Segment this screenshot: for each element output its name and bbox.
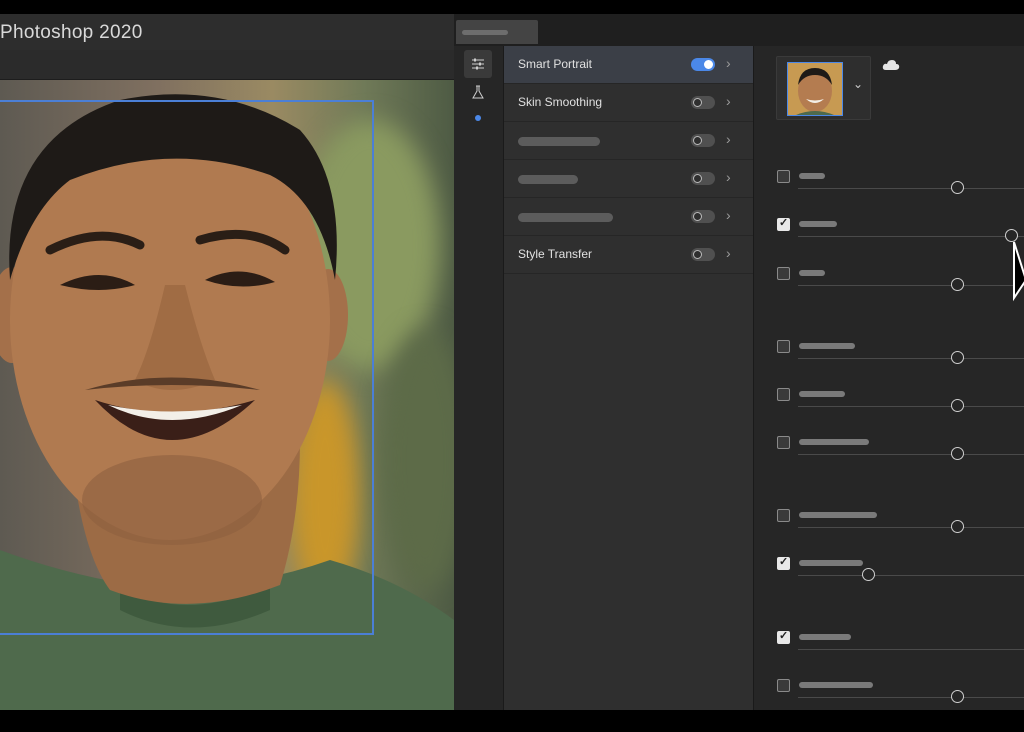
filter-row-placeholder[interactable]: ›: [504, 160, 753, 198]
setting-checkbox[interactable]: [777, 340, 790, 353]
slider-track[interactable]: [798, 575, 1024, 576]
setting-label-placeholder: [799, 682, 873, 688]
slider-handle[interactable]: [950, 447, 964, 460]
setting-row: ✓: [754, 630, 1024, 661]
filter-row-skin-smoothing[interactable]: Skin Smoothing ›: [504, 84, 753, 122]
setting-checkbox[interactable]: [777, 509, 790, 522]
neural-filters-tab[interactable]: [456, 20, 538, 44]
setting-checkbox[interactable]: [777, 267, 790, 280]
setting-row: [754, 679, 1024, 709]
setting-label-placeholder: [799, 634, 851, 640]
slider-handle[interactable]: [950, 278, 964, 291]
setting-label-placeholder: [799, 391, 845, 397]
slider-handle[interactable]: [862, 568, 876, 581]
face-detection-box[interactable]: [0, 100, 374, 635]
chevron-right-icon[interactable]: ›: [726, 207, 731, 223]
slider-handle[interactable]: [950, 351, 964, 364]
filter-toggle[interactable]: [691, 96, 715, 109]
setting-label-placeholder: [799, 173, 825, 179]
filter-row-style-transfer[interactable]: Style Transfer ›: [504, 236, 753, 274]
filter-row-placeholder[interactable]: ›: [504, 122, 753, 160]
setting-row: [754, 388, 1024, 418]
slider-track[interactable]: [798, 454, 1024, 455]
filter-label-placeholder: [518, 175, 578, 184]
filter-toggle[interactable]: [691, 134, 715, 147]
setting-row: [754, 170, 1024, 200]
filter-row-placeholder[interactable]: ›: [504, 198, 753, 236]
face-thumbnail: [787, 62, 843, 116]
slider-handle[interactable]: [950, 399, 964, 412]
dot-indicator-icon: [464, 104, 492, 132]
filter-toggle[interactable]: [691, 210, 715, 223]
slider-handle[interactable]: [950, 181, 964, 194]
setting-checkbox[interactable]: [777, 679, 790, 692]
chevron-down-icon[interactable]: ⌄: [853, 77, 863, 91]
slider-track[interactable]: [798, 697, 1024, 698]
slider-handle[interactable]: [950, 520, 964, 533]
setting-checkbox[interactable]: [777, 436, 790, 449]
filter-toggle[interactable]: [691, 58, 715, 71]
filter-label: Style Transfer: [518, 247, 593, 261]
setting-checkbox[interactable]: ✓: [777, 217, 790, 231]
face-selector[interactable]: ⌄: [776, 56, 871, 120]
filter-toggle[interactable]: [691, 248, 715, 261]
filter-toggle[interactable]: [691, 172, 715, 185]
setting-row: [754, 436, 1024, 466]
slider-track[interactable]: [798, 406, 1024, 407]
setting-row: [754, 340, 1024, 370]
filter-label-placeholder: [518, 137, 600, 146]
slider-track[interactable]: [798, 188, 1024, 189]
slider-track[interactable]: [798, 236, 1024, 237]
setting-row: [754, 267, 1024, 297]
setting-label-placeholder: [799, 439, 869, 445]
slider-handle[interactable]: [950, 690, 964, 703]
slider-track[interactable]: [798, 285, 1024, 286]
setting-checkbox[interactable]: ✓: [777, 630, 790, 644]
app-title: Photoshop 2020: [0, 22, 143, 43]
canvas-toolbar: [0, 50, 454, 80]
slider-track[interactable]: [798, 527, 1024, 528]
setting-row: ✓: [754, 556, 1024, 587]
cloud-icon[interactable]: [882, 58, 900, 76]
setting-label-placeholder: [799, 343, 855, 349]
letterbox-bottom: [0, 710, 1024, 732]
slider-track[interactable]: [798, 649, 1024, 650]
chevron-right-icon[interactable]: ›: [726, 93, 731, 109]
flask-icon[interactable]: [464, 78, 492, 106]
chevron-right-icon[interactable]: ›: [726, 55, 731, 71]
slider-track[interactable]: [798, 358, 1024, 359]
filter-label-placeholder: [518, 213, 613, 222]
mouse-pointer-icon: [1012, 240, 1024, 307]
setting-checkbox[interactable]: ✓: [777, 556, 790, 570]
image-canvas[interactable]: [0, 80, 454, 710]
chevron-right-icon[interactable]: ›: [726, 169, 731, 185]
sliders-icon[interactable]: [464, 50, 492, 78]
setting-label-placeholder: [799, 270, 825, 276]
letterbox-top: [0, 0, 1024, 14]
setting-label-placeholder: [799, 512, 877, 518]
filter-label: Smart Portrait: [518, 57, 593, 71]
chevron-right-icon[interactable]: ›: [726, 131, 731, 147]
chevron-right-icon[interactable]: ›: [726, 245, 731, 261]
setting-checkbox[interactable]: [777, 170, 790, 183]
filter-row-smart-portrait[interactable]: Smart Portrait ›: [504, 46, 753, 84]
setting-checkbox[interactable]: [777, 388, 790, 401]
filter-label: Skin Smoothing: [518, 95, 603, 109]
setting-row: [754, 509, 1024, 539]
setting-label-placeholder: [799, 560, 863, 566]
setting-row: ✓: [754, 217, 1024, 248]
filter-settings-panel: ⌄ ✓ ✓ ✓: [753, 46, 1024, 710]
panel-header: [454, 14, 1024, 46]
tab-label-placeholder: [462, 30, 508, 35]
filter-category-rail: [454, 46, 504, 710]
setting-label-placeholder: [799, 221, 837, 227]
filters-list: Smart Portrait › Skin Smoothing › › › › …: [504, 46, 753, 710]
